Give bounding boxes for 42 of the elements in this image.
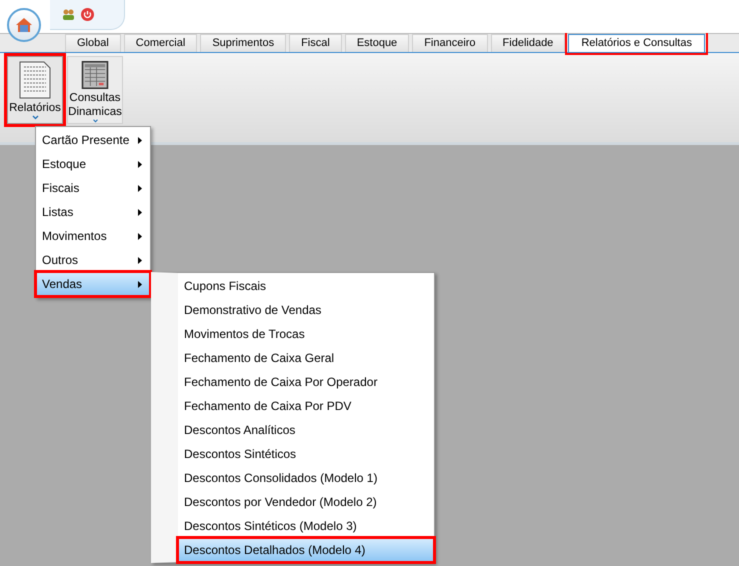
menu-item[interactable]: Fechamento de Caixa Por PDV: [178, 394, 434, 418]
power-icon[interactable]: [81, 8, 94, 21]
menu-item[interactable]: Movimentos: [36, 224, 150, 248]
submenu-arrow-icon: [138, 256, 142, 264]
menu-item[interactable]: Descontos Analíticos: [178, 418, 434, 442]
menu-item[interactable]: Movimentos de Trocas: [178, 322, 434, 346]
document-icon: [18, 61, 52, 99]
menu-item[interactable]: Cartão Presente: [36, 128, 150, 152]
caret-icon: [92, 119, 98, 123]
ribbon-tab[interactable]: Fiscal: [289, 34, 342, 52]
submenu-arrow-icon: [138, 184, 142, 192]
menu-item[interactable]: Descontos Sintéticos: [178, 442, 434, 466]
caret-icon: [32, 115, 38, 120]
ribbon-tab[interactable]: Comercial: [124, 34, 198, 52]
submenu-arrow-icon: [138, 280, 142, 288]
menu-item[interactable]: Fechamento de Caixa Por Operador: [178, 370, 434, 394]
menu-item[interactable]: Demonstrativo de Vendas: [178, 298, 434, 322]
submenu-arrow-icon: [138, 136, 142, 144]
users-icon[interactable]: [62, 9, 75, 20]
menu-item[interactable]: Fechamento de Caixa Geral: [178, 346, 434, 370]
menu-item[interactable]: Descontos Detalhados (Modelo 4): [178, 538, 434, 562]
submenu-arrow-icon: [138, 208, 142, 216]
menu-item[interactable]: Vendas: [36, 272, 150, 296]
menu-item[interactable]: Descontos por Vendedor (Modelo 2): [178, 490, 434, 514]
menu-item[interactable]: Estoque: [36, 152, 150, 176]
ribbon-tab[interactable]: Suprimentos: [200, 34, 286, 52]
ribbon-tab[interactable]: Relatórios e Consultas: [568, 34, 705, 52]
ribbon-button[interactable]: Relatórios: [7, 56, 63, 124]
ribbon-tab[interactable]: Financeiro: [412, 34, 488, 52]
ribbon-tab[interactable]: Global: [65, 34, 121, 52]
menu-item[interactable]: Descontos Sintéticos (Modelo 3): [178, 514, 434, 538]
menu-item[interactable]: Descontos Consolidados (Modelo 1): [178, 466, 434, 490]
ribbon-button[interactable]: Consultas Dinamicas: [67, 56, 123, 124]
submenu-arrow-icon: [138, 232, 142, 240]
ribbon-tab[interactable]: Fidelidade: [490, 34, 566, 52]
menu-item[interactable]: Listas: [36, 200, 150, 224]
menu-item[interactable]: Outros: [36, 248, 150, 272]
ribbon-tab[interactable]: Estoque: [344, 34, 410, 52]
menu-item[interactable]: Cupons Fiscais: [178, 274, 434, 298]
submenu-arrow-icon: [138, 160, 142, 168]
home-icon: [15, 17, 33, 33]
menu-item[interactable]: Fiscais: [36, 176, 150, 200]
